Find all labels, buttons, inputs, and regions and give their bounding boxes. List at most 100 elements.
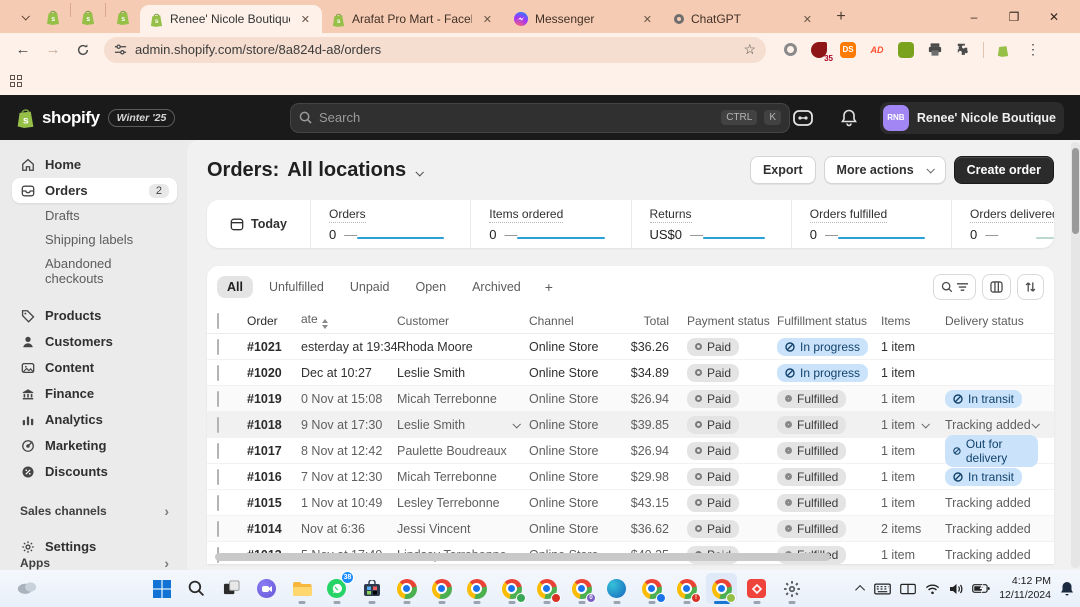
chrome-button[interactable] [391, 573, 422, 604]
columns-button[interactable] [982, 274, 1011, 300]
tab-archived[interactable]: Archived [462, 276, 531, 298]
tray-expand-icon[interactable] [858, 585, 865, 592]
add-view-button[interactable]: + [537, 275, 561, 299]
sidebar-item-orders[interactable]: Orders 2 [12, 178, 177, 203]
table-row[interactable]: #1021 esterday at 19:34 Rhoda Moore Onli… [207, 334, 1054, 360]
address-bar[interactable]: admin.shopify.com/store/8a824d-a8/orders… [104, 37, 766, 63]
extensions-puzzle-icon[interactable] [954, 40, 974, 60]
printer-extension-icon[interactable] [925, 40, 945, 60]
row-checkbox[interactable] [217, 495, 219, 511]
chevron-down-icon[interactable] [512, 420, 520, 428]
tab-all[interactable]: All [217, 276, 253, 298]
chevron-down-icon[interactable] [416, 168, 424, 176]
row-checkbox[interactable] [217, 417, 219, 433]
store-profile-button[interactable]: RNB Renee' Nicole Boutique [880, 102, 1064, 134]
shopify-extension-icon[interactable] [993, 40, 1013, 60]
tab-arafat-pro-mart[interactable]: s Arafat Pro Mart - Facebook & In ✕ [322, 5, 504, 33]
metric-orders-delivered[interactable]: Orders delivered 0— [952, 200, 1054, 248]
whatsapp-button[interactable]: 38 [321, 573, 352, 604]
export-button[interactable]: Export [750, 156, 816, 184]
microsoft-store-button[interactable] [356, 573, 387, 604]
sort-button[interactable] [1017, 274, 1044, 300]
tab-shopify-orders[interactable]: s Renee' Nicole Boutique - Orders ✕ [140, 5, 322, 33]
table-row[interactable]: #1014 Nov at 6:36 Jessi Vincent Online S… [207, 516, 1054, 542]
tab-unfulfilled[interactable]: Unfulfilled [259, 276, 334, 298]
tab-close-icon[interactable]: ✕ [639, 12, 656, 27]
wifi-icon[interactable] [925, 583, 940, 595]
start-button[interactable] [146, 573, 177, 604]
table-row[interactable]: #1015 1 Nov at 10:49 Lesley Terrebonne O… [207, 490, 1054, 516]
taskbar-search-button[interactable] [181, 573, 212, 604]
sidebar-item-content[interactable]: Content [12, 355, 177, 380]
sidebar-item-shipping-labels[interactable]: Shipping labels [12, 228, 177, 251]
create-order-button[interactable]: Create order [954, 156, 1054, 184]
tab-search-button[interactable] [8, 5, 34, 29]
tab-messenger[interactable]: Messenger ✕ [504, 5, 664, 33]
table-row[interactable]: #1019 0 Nov at 15:08 Micah Terrebonne On… [207, 386, 1054, 412]
refresh-icon[interactable] [70, 37, 96, 63]
anydesk-button[interactable] [741, 573, 772, 604]
more-actions-button[interactable]: More actions [824, 156, 946, 184]
vertical-scrollbar[interactable] [1071, 142, 1080, 568]
edge-button[interactable] [601, 573, 632, 604]
close-button[interactable]: ✕ [1034, 0, 1074, 33]
shopify-logo[interactable]: s shopify [16, 107, 100, 128]
bookmark-star-icon[interactable]: ☆ [743, 41, 756, 58]
chrome-button[interactable] [636, 573, 667, 604]
snap-layout-icon[interactable] [900, 583, 916, 595]
row-checkbox[interactable] [217, 339, 219, 355]
chevron-down-icon[interactable] [922, 420, 930, 428]
table-row[interactable]: #1017 8 Nov at 12:42 Paulette Boudreaux … [207, 438, 1054, 464]
sidebar-item-marketing[interactable]: Marketing [12, 433, 177, 458]
tab-close-icon[interactable]: ✕ [297, 12, 314, 27]
table-row[interactable]: #1016 7 Nov at 12:30 Micah Terrebonne On… [207, 464, 1054, 490]
file-explorer-button[interactable] [286, 573, 317, 604]
tab-close-icon[interactable]: ✕ [479, 12, 496, 27]
ds-extension-icon[interactable]: DS [838, 40, 858, 60]
tab-open[interactable]: Open [406, 276, 457, 298]
row-checkbox[interactable] [217, 443, 219, 459]
restore-button[interactable]: ❐ [994, 0, 1034, 33]
metric-orders[interactable]: Orders 0— [311, 200, 471, 248]
settings-button[interactable] [776, 573, 807, 604]
date-range-picker[interactable]: Today [207, 200, 311, 248]
extension-counter-icon[interactable]: 35 [809, 40, 829, 60]
pinned-tab-shopify[interactable]: s [106, 3, 140, 31]
sidebar-item-customers[interactable]: Customers [12, 329, 177, 354]
pinned-tab-shopify[interactable]: s [71, 3, 105, 31]
taskbar-clock[interactable]: 4:12 PM 12/11/2024 [999, 575, 1051, 602]
battery-icon[interactable] [972, 583, 990, 594]
chrome-button[interactable] [426, 573, 457, 604]
sidekick-icon[interactable] [788, 103, 818, 133]
row-checkbox[interactable] [217, 521, 219, 537]
chrome-active-button[interactable] [706, 573, 737, 604]
chrome-button[interactable] [531, 573, 562, 604]
chrome-button[interactable] [461, 573, 492, 604]
browser-menu-icon[interactable]: ⋮ [1022, 41, 1044, 58]
ad-extension-icon[interactable]: AD [867, 40, 887, 60]
minimize-button[interactable]: – [954, 0, 994, 33]
new-tab-button[interactable]: + [828, 4, 854, 30]
task-view-button[interactable] [216, 573, 247, 604]
sidebar-item-home[interactable]: Home [12, 152, 177, 177]
tab-unpaid[interactable]: Unpaid [340, 276, 400, 298]
green-extension-icon[interactable] [896, 40, 916, 60]
volume-icon[interactable] [949, 583, 963, 595]
horizontal-scrollbar[interactable] [215, 553, 1046, 561]
weather-icon[interactable] [16, 579, 38, 598]
sidebar-item-analytics[interactable]: Analytics [12, 407, 177, 432]
metric-items-ordered[interactable]: Items ordered 0— [471, 200, 631, 248]
select-all-checkbox[interactable] [217, 313, 219, 329]
location-filter[interactable]: All locations [287, 159, 406, 181]
tab-close-icon[interactable]: ✕ [799, 12, 816, 27]
forward-icon[interactable]: → [40, 37, 66, 63]
sidebar-item-drafts[interactable]: Drafts [12, 204, 177, 227]
sidebar-item-discounts[interactable]: Discounts [12, 459, 177, 484]
table-row[interactable]: #1018 9 Nov at 17:30 Leslie Smith Online… [207, 412, 1054, 438]
search-and-filter-button[interactable] [933, 274, 976, 300]
notifications-bell-icon[interactable] [1060, 581, 1074, 597]
chrome-button[interactable] [496, 573, 527, 604]
table-row[interactable]: #1020 Dec at 10:27 Leslie Smith Online S… [207, 360, 1054, 386]
row-checkbox[interactable] [217, 391, 219, 407]
metric-orders-fulfilled[interactable]: Orders fulfilled 0— [792, 200, 952, 248]
